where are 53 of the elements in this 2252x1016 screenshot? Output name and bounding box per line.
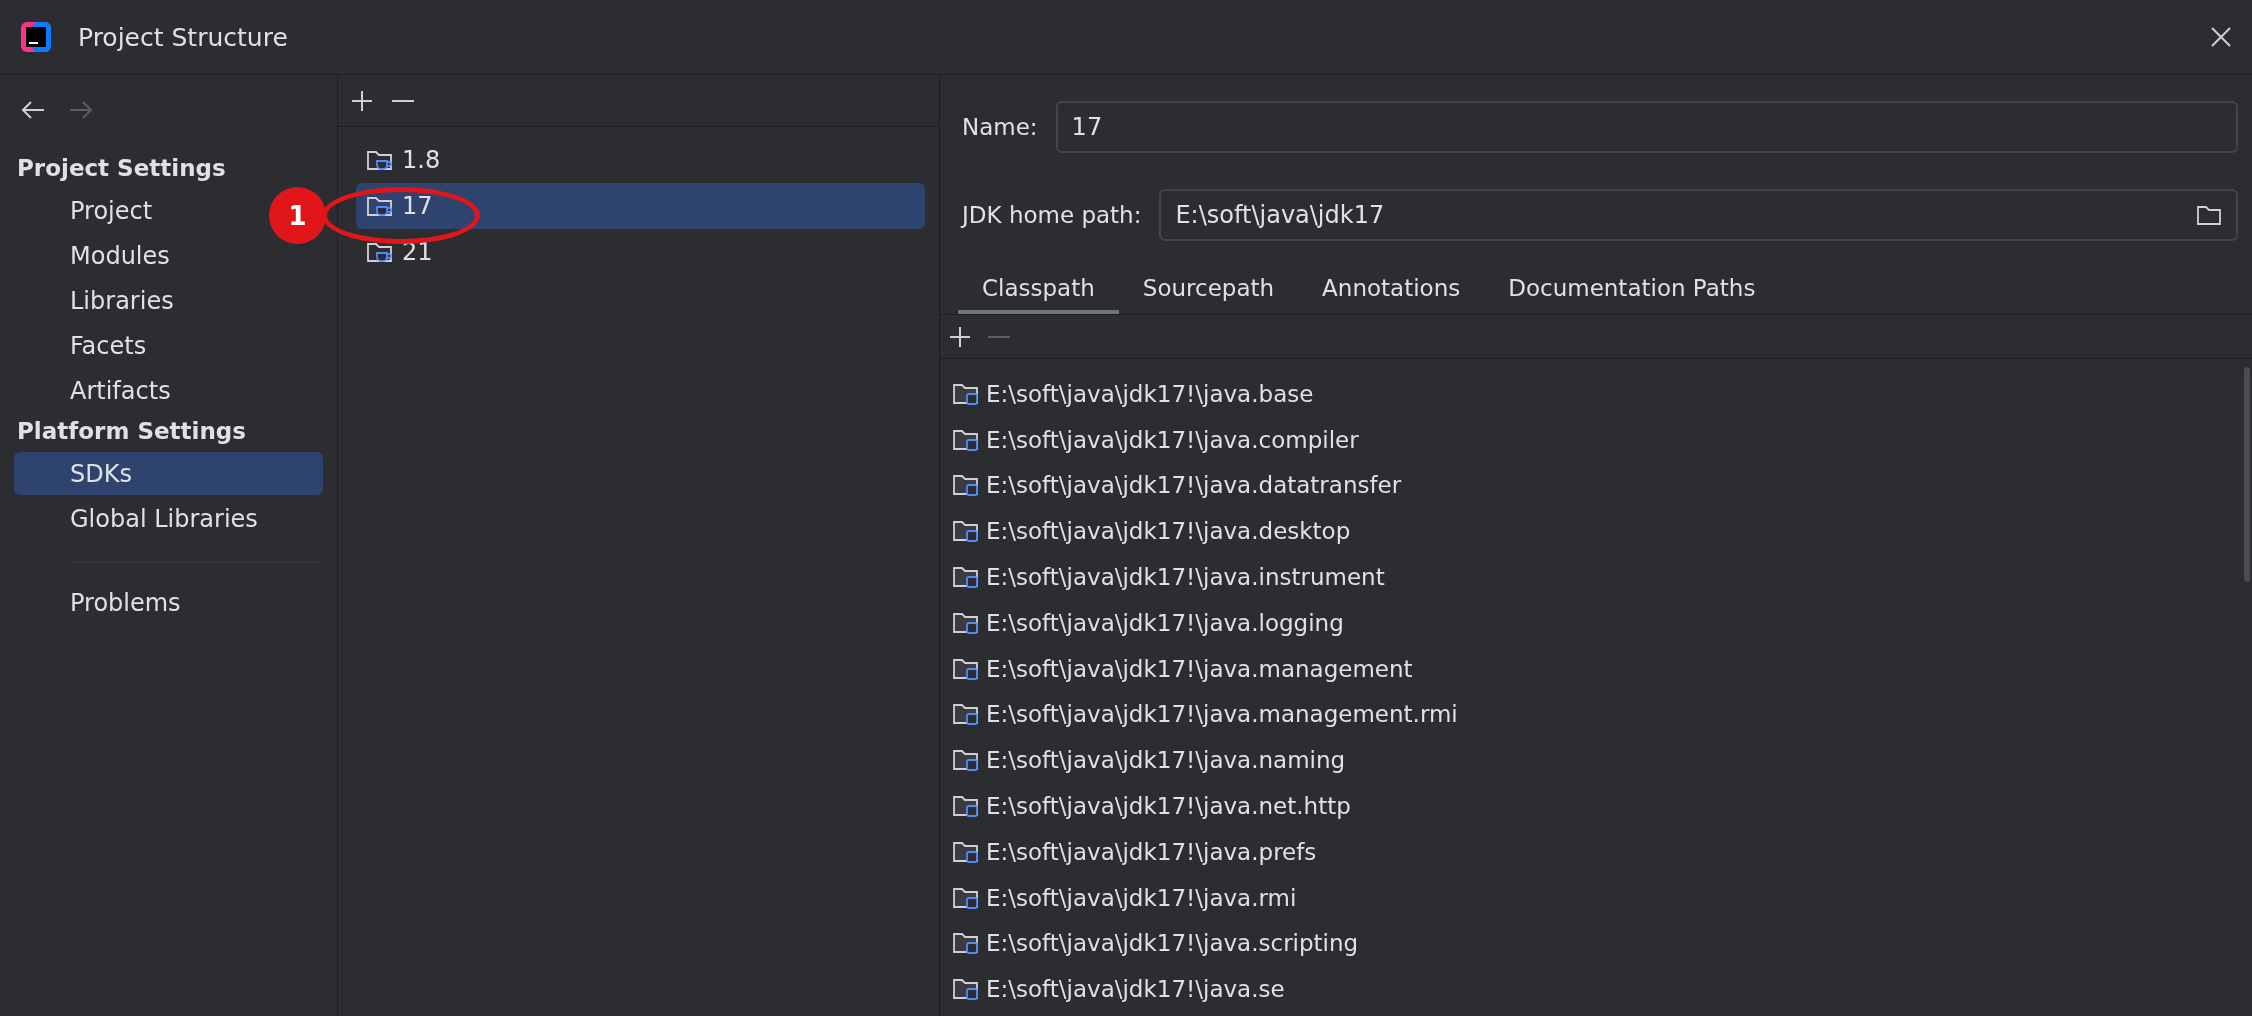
tab[interactable]: Sourcepath (1118, 265, 1299, 314)
home-path-label: JDK home path: (962, 202, 1142, 228)
module-folder-icon (952, 518, 980, 545)
sidebar-item[interactable]: Modules (14, 234, 178, 277)
close-button[interactable] (2210, 26, 2232, 48)
sdk-list-item[interactable]: 21 (356, 229, 925, 275)
classpath-entry: E:\soft\java\jdk17!\java.compiler (986, 426, 1359, 453)
sidebar-item[interactable]: SDKs (14, 452, 323, 495)
classpath-entry: E:\soft\java\jdk17!\java.prefs (986, 838, 1317, 865)
sidebar-item[interactable]: Global Libraries (14, 497, 266, 540)
name-field[interactable]: 17 (1055, 101, 2238, 153)
sidebar-item[interactable]: Libraries (14, 279, 182, 322)
sidebar-item[interactable]: Facets (14, 324, 155, 367)
classpath-entry: E:\soft\java\jdk17!\java.management (986, 655, 1413, 682)
module-folder-icon (952, 976, 980, 1003)
sidebar-item[interactable]: Problems (14, 581, 189, 624)
app-logo-icon (20, 21, 52, 53)
section-heading: Platform Settings (16, 417, 247, 446)
classpath-entry: E:\soft\java\jdk17!\java.desktop (986, 518, 1351, 545)
tab[interactable]: Documentation Paths (1484, 265, 1780, 314)
module-folder-icon (952, 564, 980, 591)
classpath-entry: E:\soft\java\jdk17!\java.management.rmi (986, 701, 1458, 728)
window-title: Project Structure (78, 22, 289, 52)
path-value: E:\soft\java\jdk17 (1175, 201, 1386, 229)
classpath-entry: E:\soft\java\jdk17!\java.rmi (986, 884, 1297, 911)
scrollbar[interactable] (2244, 367, 2250, 582)
module-folder-icon (952, 472, 980, 499)
add-icon[interactable] (350, 88, 374, 113)
back-arrow-icon[interactable] (20, 99, 46, 121)
classpath-entry: E:\soft\java\jdk17!\java.datatransfer (986, 472, 1402, 499)
tab[interactable]: Annotations (1298, 265, 1485, 314)
home-path-field[interactable]: E:\soft\java\jdk17 (1159, 189, 2238, 241)
add-icon[interactable] (948, 324, 972, 349)
module-folder-icon (952, 793, 980, 820)
module-folder-icon (952, 747, 980, 774)
sdk-list-item[interactable]: 1.8 (356, 137, 925, 183)
sidebar-item[interactable]: Artifacts (14, 369, 179, 412)
folder-icon[interactable] (2196, 204, 2222, 226)
classpath-entry: E:\soft\java\jdk17!\java.logging (986, 609, 1344, 636)
sidebar-item[interactable]: Project (14, 189, 161, 232)
section-heading: Project Settings (16, 154, 227, 183)
classpath-entry: E:\soft\java\jdk17!\java.naming (986, 747, 1346, 774)
tab[interactable]: Classpath (958, 265, 1119, 314)
module-folder-icon (952, 701, 980, 728)
classpath-entry: E:\soft\java\jdk17!\java.net.http (986, 793, 1351, 820)
module-folder-icon (952, 930, 980, 957)
classpath-entry: E:\soft\java\jdk17!\java.scripting (986, 930, 1359, 957)
classpath-entry: E:\soft\java\jdk17!\java.se (986, 976, 1285, 1003)
step-number-badge: 1 (269, 187, 326, 244)
name-label: Name: (962, 114, 1038, 140)
classpath-entry: E:\soft\java\jdk17!\java.instrument (986, 564, 1385, 591)
classpath-entry: E:\soft\java\jdk17!\java.base (986, 380, 1314, 407)
sdk-list-item[interactable]: 17 (356, 183, 925, 229)
